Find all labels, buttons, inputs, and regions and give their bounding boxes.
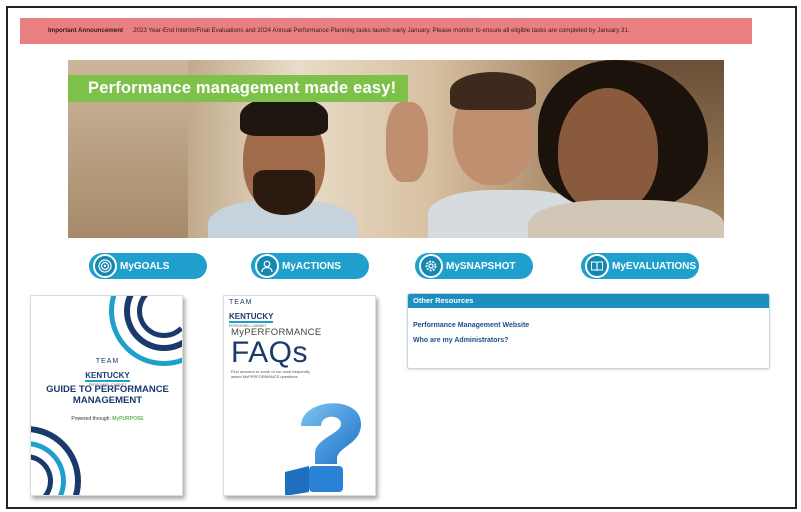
team-kentucky-logo: TEAM KENTUCKY PERSONNEL CABINET — [229, 299, 281, 328]
announcement-label: Important Announcement — [48, 27, 124, 34]
powered-prefix: Powered through: — [71, 416, 111, 422]
guide-title-line1: GUIDE TO PERFORMANCE — [46, 384, 169, 395]
mygoals-label: MyGOALS — [120, 260, 170, 272]
hero-person-1-beard — [253, 170, 315, 215]
logo-kentucky-text: KENTUCKY — [229, 312, 274, 323]
hero-person-3-head — [558, 88, 658, 213]
logo-kentucky-text: KENTUCKY — [85, 371, 130, 382]
logo-team-text: TEAM — [229, 299, 253, 306]
guide-powered: Powered through: MyPURPOSE — [31, 416, 182, 422]
mygoals-button[interactable]: MyGOALS — [89, 253, 207, 279]
hero-banner: Performance management made easy! — [68, 75, 408, 102]
guide-title: GUIDE TO PERFORMANCE MANAGEMENT — [31, 384, 182, 406]
mysnapshot-button[interactable]: MySNAPSHOT — [415, 253, 533, 279]
team-kentucky-logo: TEAM KENTUCKY PERSONNEL CABINET — [71, 358, 144, 387]
faq-description: Find answers to some of our most frequen… — [231, 369, 310, 379]
performance-management-website-link[interactable]: Performance Management Website — [413, 322, 769, 329]
faq-title: FAQs — [231, 336, 309, 369]
hero-person-1-hair — [240, 96, 328, 136]
gear-icon — [419, 254, 443, 278]
announcement-text: 2023 Year-End Interim/Final Evaluations … — [133, 27, 630, 34]
person-icon — [255, 254, 279, 278]
myevaluations-button[interactable]: MyEVALUATIONS — [581, 253, 699, 279]
myevaluations-label: MyEVALUATIONS — [612, 260, 697, 272]
question-mark-icon — [285, 403, 361, 495]
hero-person-2-hair — [450, 72, 536, 110]
other-resources-header: Other Resources — [408, 294, 769, 308]
mysnapshot-label: MySNAPSHOT — [446, 260, 516, 272]
myactions-button[interactable]: MyACTIONS — [251, 253, 369, 279]
hero-person-3-body — [528, 200, 724, 238]
hero-image: Performance management made easy! — [68, 60, 724, 238]
hero-person-2-hand — [386, 102, 428, 182]
guide-title-line2: MANAGEMENT — [72, 395, 143, 406]
logo-team-text: TEAM — [95, 358, 120, 365]
who-are-my-administrators-link[interactable]: Who are my Administrators? — [413, 337, 769, 344]
myactions-label: MyACTIONS — [282, 260, 341, 272]
target-icon — [93, 254, 117, 278]
guide-book-cover[interactable]: TEAM KENTUCKY PERSONNEL CABINET GUIDE TO… — [30, 295, 183, 496]
faq-book-cover[interactable]: TEAM KENTUCKY PERSONNEL CABINET MyPERFOR… — [223, 295, 376, 496]
other-resources-panel: Other Resources Performance Management W… — [407, 293, 770, 369]
book-icon — [585, 254, 609, 278]
powered-brand: MyPURPOSE — [112, 416, 144, 422]
announcement-bar: Important Announcement 2023 Year-End Inte… — [20, 18, 752, 44]
